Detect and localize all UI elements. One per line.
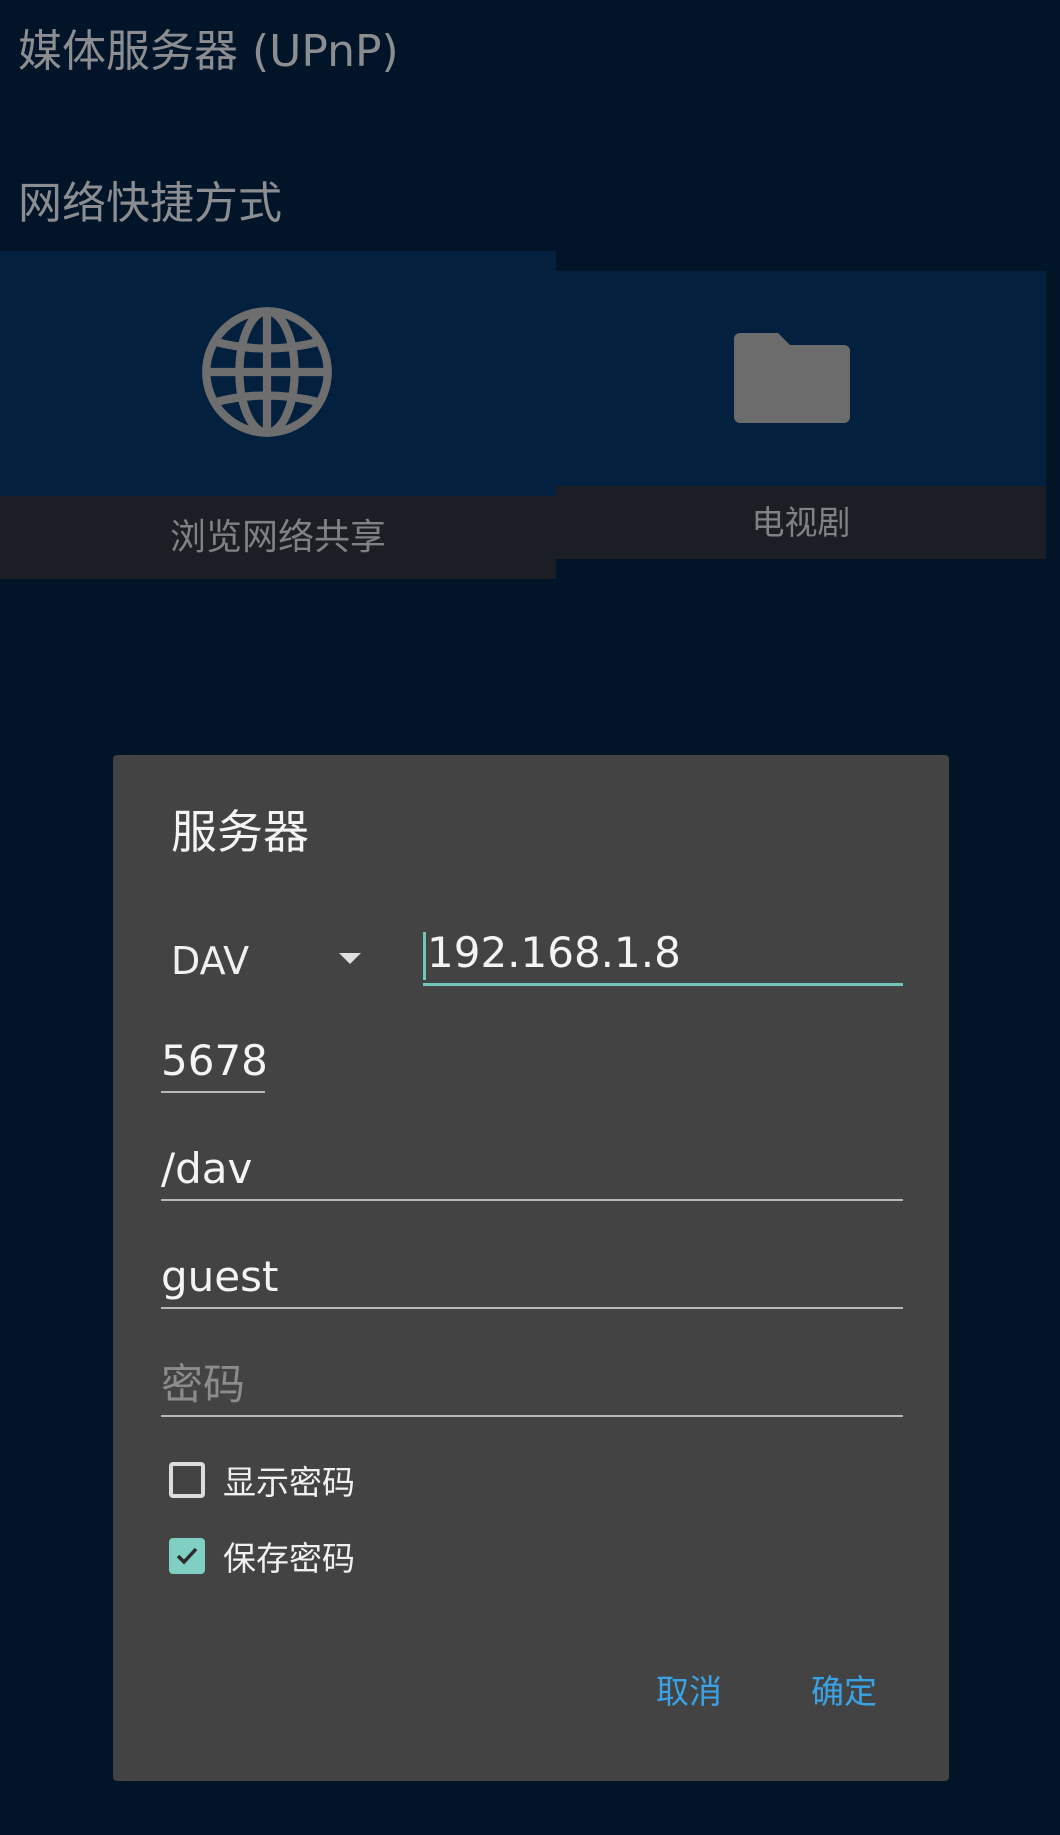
username-input[interactable]: guest: [161, 1249, 903, 1309]
path-input[interactable]: /dav: [161, 1141, 903, 1201]
username-value: guest: [161, 1252, 279, 1301]
host-value: 192.168.1.8: [427, 928, 681, 977]
protocol-value: DAV: [171, 939, 250, 983]
media-server-section-title: 媒体服务器 (UPnP): [18, 26, 399, 77]
save-password-label: 保存密码: [223, 1539, 355, 1578]
folder-icon: [734, 333, 850, 423]
password-input[interactable]: 密码: [161, 1357, 903, 1417]
port-input[interactable]: 5678: [161, 1033, 265, 1093]
globe-icon: [202, 307, 332, 437]
password-placeholder: 密码: [161, 1360, 246, 1409]
show-password-row[interactable]: 显示密码: [169, 1456, 355, 1504]
tv-series-shortcut-tile[interactable]: 电视剧: [556, 271, 1046, 559]
ok-button[interactable]: 确定: [811, 1675, 877, 1708]
dropdown-arrow-icon: [339, 953, 361, 964]
port-value: 5678: [161, 1036, 265, 1085]
show-password-label: 显示密码: [223, 1463, 355, 1502]
show-password-checkbox[interactable]: [169, 1462, 205, 1498]
tile-label-tv: 电视剧: [556, 486, 1046, 559]
protocol-dropdown[interactable]: DAV: [171, 931, 361, 991]
save-password-checkbox[interactable]: [169, 1538, 205, 1574]
check-icon: [176, 1547, 198, 1565]
app-screen: 媒体服务器 (UPnP) 网络快捷方式 浏览网络共享 电视剧 服务器 DAV 1…: [0, 0, 1060, 1835]
tile-label-browse: 浏览网络共享: [0, 496, 556, 579]
text-cursor: [423, 931, 426, 980]
browse-network-shares-tile[interactable]: 浏览网络共享: [0, 251, 556, 579]
server-dialog: 服务器 DAV 192.168.1.8 5678 /dav guest 密码 显…: [113, 755, 949, 1781]
cancel-button[interactable]: 取消: [656, 1675, 722, 1708]
save-password-row[interactable]: 保存密码: [169, 1532, 355, 1580]
dialog-title: 服务器: [171, 805, 309, 859]
host-input[interactable]: 192.168.1.8: [423, 925, 903, 986]
path-value: /dav: [161, 1144, 253, 1193]
network-shortcuts-section-title: 网络快捷方式: [18, 178, 282, 229]
